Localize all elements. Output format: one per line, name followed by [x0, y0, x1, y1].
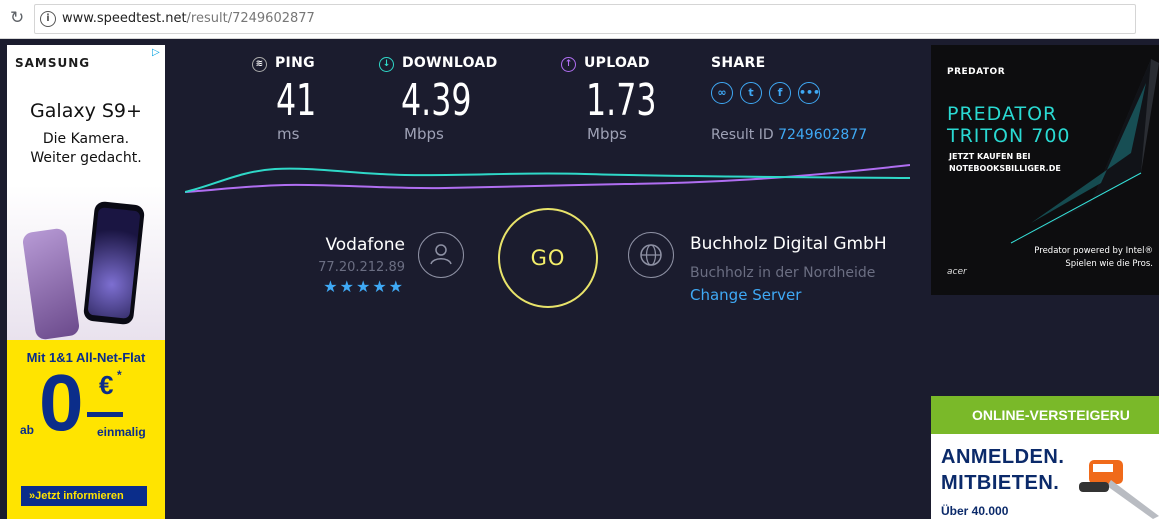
- share-label: SHARE: [711, 55, 766, 71]
- chainsaw-image: [1079, 460, 1159, 519]
- ad-tagline: Die Kamera. Weiter gedacht.: [30, 131, 142, 166]
- price-dash: [87, 412, 123, 417]
- facebook-icon[interactable]: f: [769, 82, 791, 104]
- price-suffix: einmalig: [97, 425, 146, 439]
- auction-ad-small: Über 40.000: [941, 504, 1009, 518]
- url-text[interactable]: www.speedtest.net/result/7249602877: [62, 11, 315, 26]
- upload-icon: ↑: [561, 57, 576, 72]
- predator-cta[interactable]: JETZT KAUFEN BEI NOTEBOOKSBILLIGER.DE: [949, 151, 1061, 175]
- globe-icon: [628, 232, 674, 278]
- browser-toolbar: ↻ i www.speedtest.net/result/7249602877: [0, 0, 1159, 39]
- upload-value: 1.73: [586, 75, 657, 126]
- auction-ad-line-1: ANMELDEN.: [941, 446, 1065, 468]
- server-location: Buchholz in der Nordheide: [690, 265, 876, 281]
- reload-icon[interactable]: ↻: [10, 9, 24, 27]
- isp-rating-stars[interactable]: ★★★★★: [318, 277, 405, 296]
- predator-ad[interactable]: PREDATOR PREDATOR TRITON 700 JETZT KAUFE…: [931, 45, 1159, 295]
- isp-info: Vodafone 77.20.212.89 ★★★★★: [318, 235, 405, 296]
- ad-cta-button[interactable]: »Jetzt informieren: [21, 486, 147, 506]
- download-unit: Mbps: [404, 125, 444, 143]
- more-icon[interactable]: •••: [798, 82, 820, 104]
- adchoices-icon[interactable]: ▷: [152, 48, 162, 58]
- go-button[interactable]: GO: [498, 208, 598, 308]
- auction-ad-line-2: MITBIETEN.: [941, 472, 1060, 494]
- predator-logo: PREDATOR: [947, 67, 1006, 77]
- address-bar[interactable]: i www.speedtest.net/result/7249602877: [34, 4, 1136, 34]
- ping-unit: ms: [277, 125, 300, 143]
- offer-panel: Mit 1&1 All-Net-Flat 0 € * ab einmalig »…: [7, 340, 165, 519]
- upload-unit: Mbps: [587, 125, 627, 143]
- predator-footer: Predator powered by Intel® Spielen wie d…: [1034, 246, 1153, 269]
- auction-ad[interactable]: ONLINE-VERSTEIGERU ANMELDEN. MITBIETEN. …: [931, 396, 1159, 519]
- price-digit: 0: [39, 358, 84, 447]
- ping-icon: ≋: [252, 57, 267, 72]
- isp-name: Vodafone: [325, 235, 405, 255]
- result-id: Result ID 7249602877: [711, 127, 868, 143]
- download-graph-line: [185, 167, 910, 193]
- user-icon: [418, 232, 464, 278]
- predator-title: PREDATOR TRITON 700: [947, 103, 1071, 147]
- price-currency: €: [99, 370, 114, 400]
- ping-label: ≋ PING: [252, 55, 315, 72]
- phone-front-image: [82, 200, 146, 326]
- download-value: 4.39: [401, 75, 472, 126]
- download-label: ↓ DOWNLOAD: [379, 55, 498, 72]
- server-name: Buchholz Digital GmbH: [690, 234, 887, 254]
- auction-ad-header: ONLINE-VERSTEIGERU: [931, 396, 1159, 434]
- result-panel: ≋ PING 41 ms ↓ DOWNLOAD 4.39 Mbps ↑ UPLOAD …: [175, 40, 920, 519]
- change-server-link[interactable]: Change Server: [690, 286, 910, 304]
- offer-title: Mit 1&1 All-Net-Flat: [26, 350, 146, 365]
- phone-back-image: [21, 227, 81, 341]
- info-icon[interactable]: i: [40, 11, 56, 27]
- samsung-ad[interactable]: SAMSUNG ▷ Galaxy S9+ Die Kamera. Weiter …: [7, 45, 165, 519]
- price-asterisk: *: [117, 368, 122, 382]
- price-prefix: ab: [20, 423, 35, 437]
- download-icon: ↓: [379, 57, 394, 72]
- isp-ip: 77.20.212.89: [318, 260, 405, 275]
- ad-product-title: Galaxy S9+: [30, 100, 142, 122]
- phone-image: [7, 185, 165, 341]
- upload-label: ↑ UPLOAD: [561, 55, 650, 72]
- twitter-icon[interactable]: t: [740, 82, 762, 104]
- link-icon[interactable]: ∞: [711, 82, 733, 104]
- server-info: Buchholz Digital GmbH Buchholz in der No…: [690, 231, 910, 304]
- acer-logo: acer: [947, 267, 967, 277]
- ping-value: 41: [276, 75, 317, 126]
- speed-graph: [185, 164, 910, 193]
- result-id-link[interactable]: 7249602877: [778, 127, 867, 143]
- samsung-logo: SAMSUNG: [15, 56, 91, 70]
